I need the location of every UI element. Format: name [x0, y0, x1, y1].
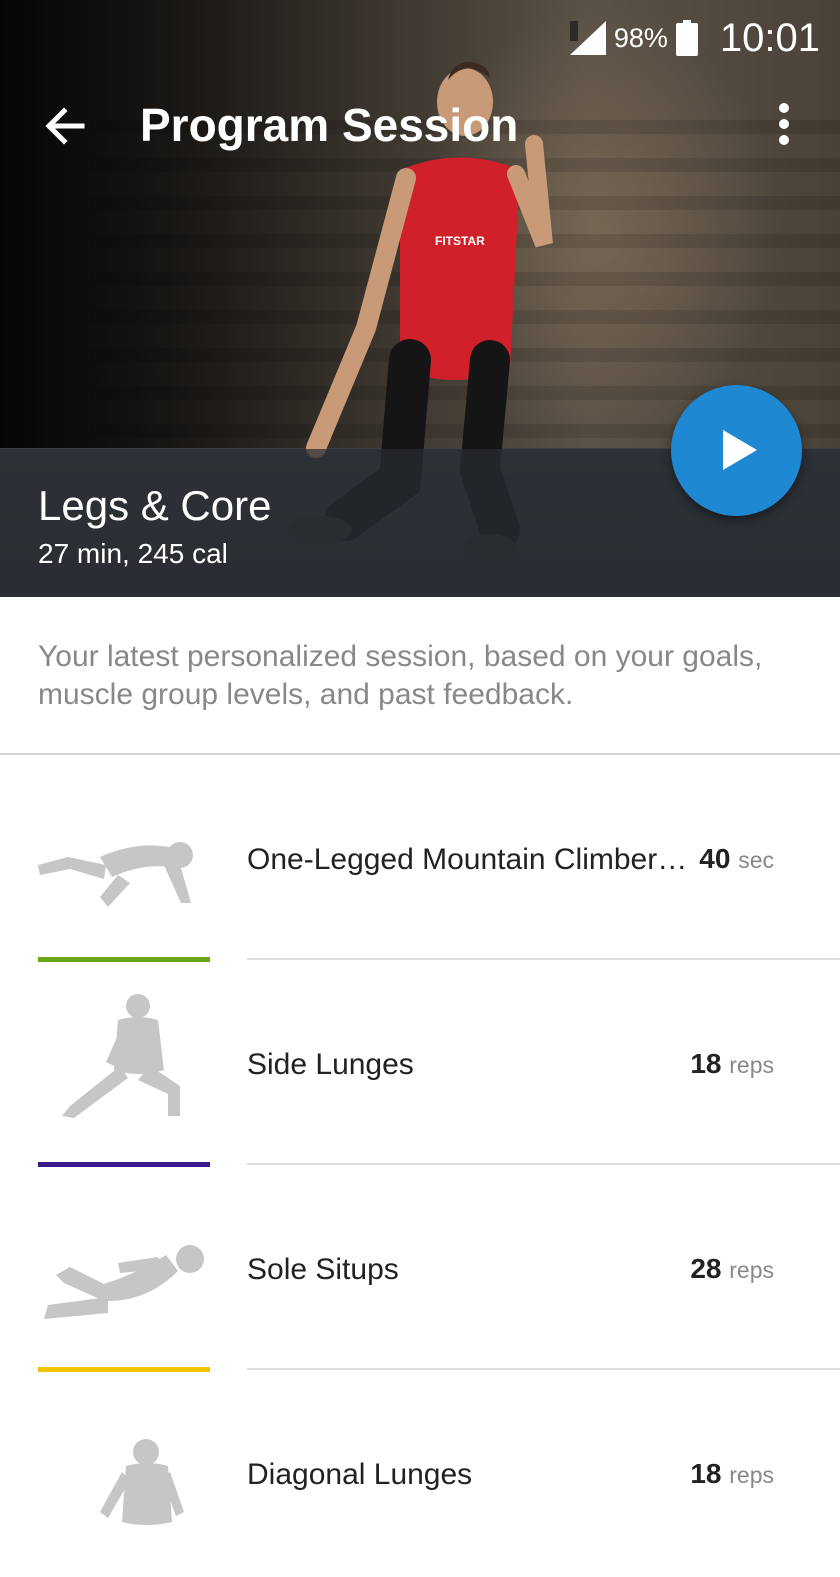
exercise-name: Diagonal Lunges	[247, 1458, 473, 1491]
more-options-icon[interactable]	[772, 102, 796, 146]
exercise-amount: 40 sec	[699, 843, 774, 874]
play-button[interactable]	[671, 385, 802, 516]
situp-figure-icon	[44, 1245, 204, 1319]
exercise-row[interactable]: One-Legged Mountain Climber… 40 sec	[0, 757, 840, 962]
session-title: Legs & Core	[38, 482, 272, 529]
exercise-row[interactable]: Side Lunges 18 reps	[0, 962, 840, 1167]
divider	[247, 1163, 840, 1165]
exercise-row[interactable]: Sole Situps 28 reps	[0, 1167, 840, 1372]
status-bar: 98% 10:01	[569, 0, 840, 76]
play-icon	[723, 430, 757, 470]
battery-percent: 98%	[613, 22, 668, 53]
session-description: Your latest personalized session, based …	[38, 640, 763, 711]
shirt-text: FITSTAR	[435, 234, 485, 248]
exercise-amount: 28 reps	[690, 1253, 774, 1284]
back-arrow-icon[interactable]	[38, 100, 90, 152]
divider	[247, 958, 840, 960]
signal-icon	[569, 21, 606, 55]
divider	[247, 1368, 840, 1370]
side-lunge-figure-icon	[62, 994, 180, 1118]
exercise-name: Side Lunges	[247, 1048, 414, 1081]
exercise-amount: 18 reps	[690, 1048, 774, 1079]
page-title: Program Session	[140, 99, 519, 151]
exercise-amount: 18 reps	[690, 1458, 774, 1489]
lunge-figure-icon	[100, 1439, 184, 1525]
exercise-name: Sole Situps	[247, 1253, 399, 1286]
divider	[0, 753, 840, 755]
battery-icon	[675, 20, 698, 56]
exercise-name: One-Legged Mountain Climber…	[247, 843, 688, 876]
mountain-climber-figure-icon	[38, 842, 193, 907]
session-meta: 27 min, 245 cal	[38, 538, 228, 569]
exercise-row[interactable]: Diagonal Lunges 18 reps	[0, 1372, 840, 1577]
clock: 10:01	[719, 15, 820, 60]
